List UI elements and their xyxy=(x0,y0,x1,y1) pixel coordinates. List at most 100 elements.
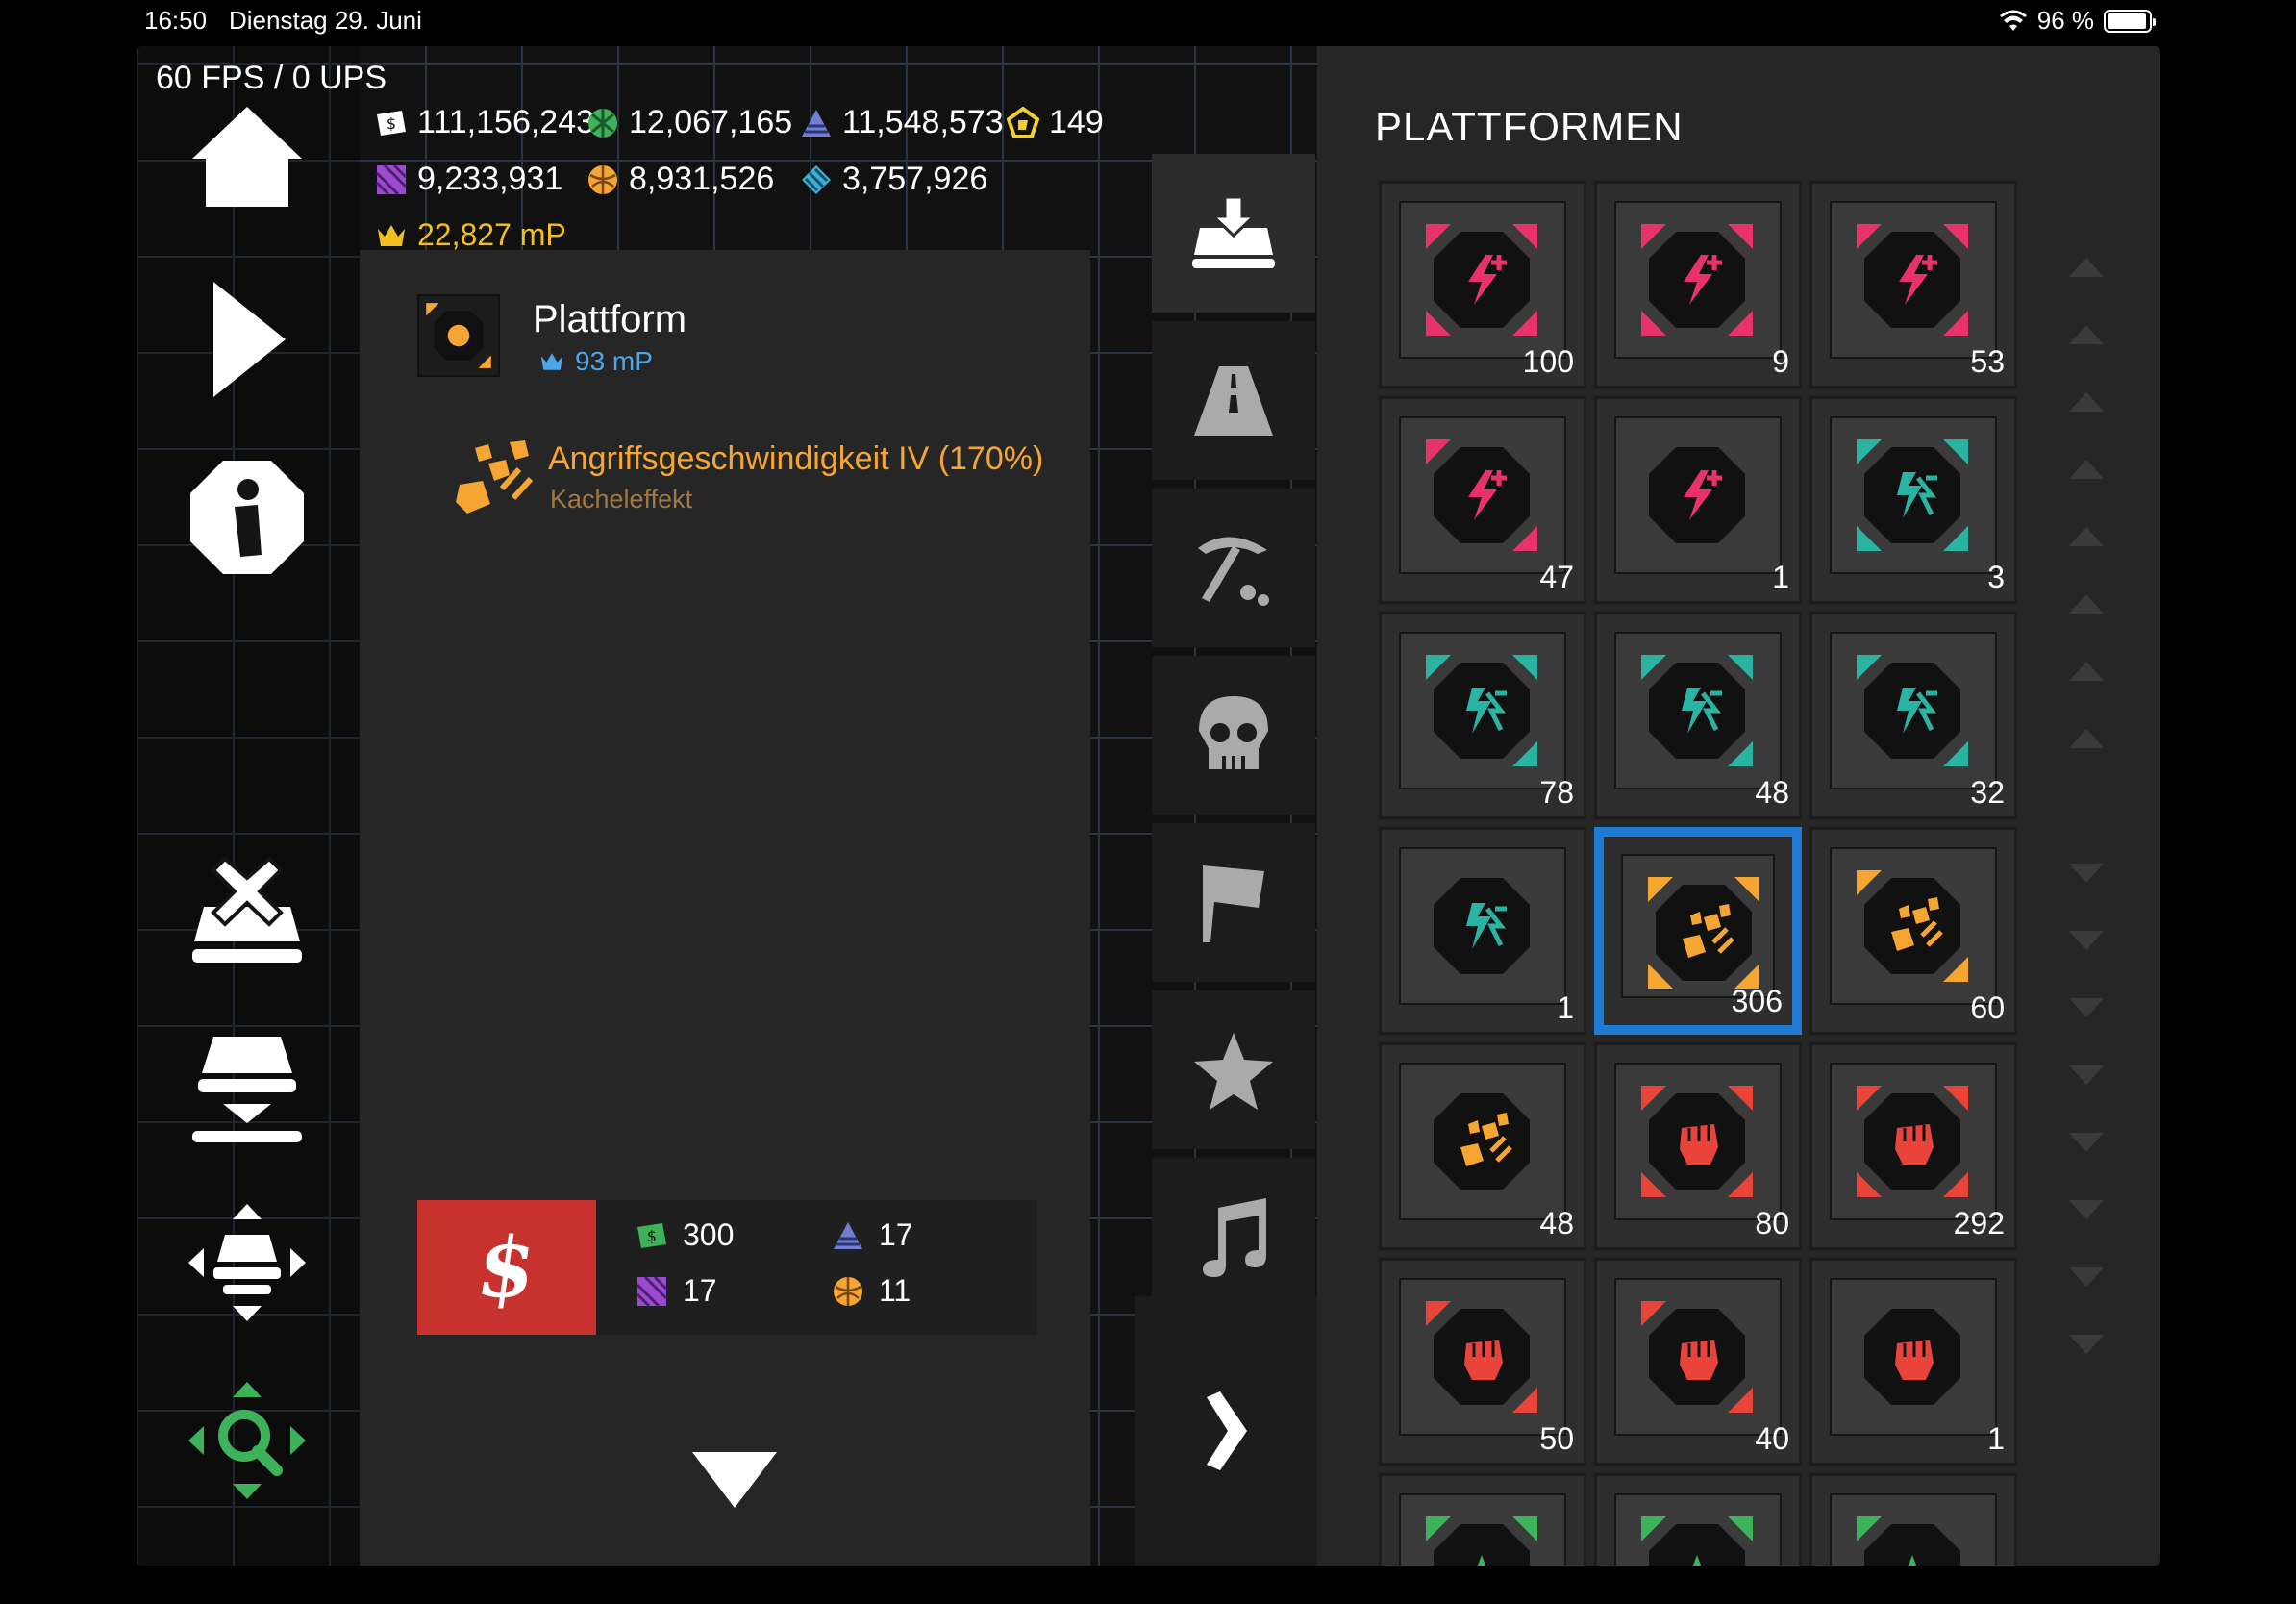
zoom-search-button[interactable] xyxy=(175,1378,319,1503)
tab-enemies[interactable] xyxy=(1152,656,1315,815)
platform-tile-teal[interactable]: 48 xyxy=(1594,612,1802,819)
platform-tile-red[interactable]: 80 xyxy=(1594,1042,1802,1250)
tile-count: 3 xyxy=(1987,560,2005,594)
tab-favorites[interactable] xyxy=(1152,990,1315,1149)
platform-orange-icon xyxy=(1434,1093,1530,1190)
attack-speed-icon xyxy=(456,440,534,514)
money-icon: $ xyxy=(637,1222,666,1248)
scroll-down-icon xyxy=(2069,1065,2104,1085)
platform-green-icon xyxy=(1641,1516,1753,1566)
scroll-up-icon xyxy=(2069,258,2104,277)
platform-tile-pink[interactable]: 9 xyxy=(1594,181,1802,388)
info-icon xyxy=(190,461,304,574)
green-value: 12,067,165 xyxy=(629,104,793,140)
tile-count: 50 xyxy=(1539,1421,1574,1456)
collapse-down-button[interactable] xyxy=(677,1433,792,1519)
platform-tile-orange[interactable]: 60 xyxy=(1809,827,2017,1035)
platform-teal-icon xyxy=(1426,655,1537,766)
tab-music[interactable] xyxy=(1152,1158,1315,1316)
cyan-value: 3,757,926 xyxy=(842,161,988,197)
cost-orange: 11 xyxy=(831,1273,911,1309)
resource-green: 12,067,165 xyxy=(586,104,792,141)
move-button[interactable] xyxy=(175,1200,319,1325)
tile-count: 78 xyxy=(1539,775,1574,810)
platform-tile-red[interactable]: 292 xyxy=(1809,1042,2017,1250)
platforms-panel: PLATTFORMEN 100 9 53 47 1 3 78 48 32 1 306 60 48 80 29… xyxy=(1317,46,2160,1566)
platform-green-icon xyxy=(1857,1516,1960,1566)
tile-count: 9 xyxy=(1772,344,1789,379)
sell-button[interactable]: $ xyxy=(417,1200,596,1335)
delete-platform-button[interactable] xyxy=(175,849,319,974)
orange-value: 8,931,526 xyxy=(629,161,775,197)
platform-tile-pink[interactable]: 53 xyxy=(1809,181,2017,388)
tile-count: 48 xyxy=(1539,1206,1574,1241)
platform-tile-teal[interactable]: 32 xyxy=(1809,612,2017,819)
sell-cost-box: $ $ 300 17 17 11 xyxy=(417,1200,1037,1335)
mp-value: 22,827 mP xyxy=(417,217,566,252)
effect-title: Angriffsgeschwindigkeit IV (170%) xyxy=(548,440,1044,477)
platform-tile-green[interactable] xyxy=(1809,1473,2017,1566)
platform-tile-teal[interactable]: 3 xyxy=(1809,396,2017,604)
platform-teal-icon xyxy=(1857,655,1968,766)
platform-tile-green[interactable] xyxy=(1594,1473,1802,1566)
tile-count: 40 xyxy=(1755,1421,1789,1456)
scroll-down-icon xyxy=(2069,1200,2104,1219)
platform-tile-red[interactable]: 1 xyxy=(1809,1258,2017,1466)
status-time: 16:50 xyxy=(144,6,208,35)
cost-money: $ 300 xyxy=(635,1217,734,1253)
resource-cyan: 3,757,926 xyxy=(800,161,987,198)
tile-count: 1 xyxy=(1987,1421,2005,1456)
tile-count: 1 xyxy=(1557,990,1574,1025)
home-button[interactable] xyxy=(175,94,319,219)
cost-pyramid-value: 17 xyxy=(879,1217,913,1252)
platform-tile-red[interactable]: 50 xyxy=(1379,1258,1586,1466)
attack-speed-platform-icon xyxy=(426,303,491,368)
cyan-shard-icon xyxy=(802,164,831,194)
status-bar: 16:50 Dienstag 29. Juni 96 % xyxy=(0,0,2296,42)
platform-teal-icon xyxy=(1641,655,1753,766)
next-button[interactable] xyxy=(1135,1296,1317,1566)
cost-pyramid: 17 xyxy=(831,1217,913,1253)
tab-roads[interactable] xyxy=(1152,321,1315,480)
platform-tile-green[interactable] xyxy=(1379,1473,1586,1566)
tab-platforms[interactable] xyxy=(1152,154,1315,313)
platform-price-value: 93 mP xyxy=(575,346,653,376)
info-button[interactable] xyxy=(175,455,319,580)
scroll-up-icon xyxy=(2069,392,2104,412)
platform-red-icon xyxy=(1641,1086,1753,1197)
purple-icon xyxy=(375,163,408,195)
cost-purple-value: 17 xyxy=(683,1273,717,1308)
platform-tile-pink[interactable]: 47 xyxy=(1379,396,1586,604)
tab-flags[interactable] xyxy=(1152,823,1315,982)
scroll-up-icon xyxy=(2069,662,2104,681)
platform-tile-pink[interactable]: 1 xyxy=(1594,396,1802,604)
tab-mining[interactable] xyxy=(1152,489,1315,647)
platform-tile-orange[interactable]: 48 xyxy=(1379,1042,1586,1250)
tile-count: 47 xyxy=(1539,560,1574,594)
pyramid-icon xyxy=(802,109,831,137)
platform-tile-teal[interactable]: 1 xyxy=(1379,827,1586,1035)
platform-tile-orange[interactable]: 306 xyxy=(1594,827,1802,1035)
gold-value: 149 xyxy=(1049,104,1104,140)
road-icon xyxy=(1194,365,1273,436)
star-icon xyxy=(1194,1032,1273,1110)
resource-orange: 8,931,526 xyxy=(586,161,774,198)
pyramid-icon xyxy=(834,1221,862,1249)
platform-teal-icon xyxy=(1857,439,1968,551)
platform-tile-red[interactable]: 40 xyxy=(1594,1258,1802,1466)
play-button[interactable] xyxy=(175,277,319,402)
crown-icon xyxy=(378,224,405,246)
sell-icon: $ xyxy=(470,1218,543,1316)
home-icon xyxy=(192,107,302,207)
scroll-down-icon xyxy=(2069,1335,2104,1354)
wifi-icon xyxy=(1999,10,2027,31)
platform-pink-icon xyxy=(1857,224,1968,336)
platform-price: 93 mP xyxy=(538,346,653,377)
platform-tile-pink[interactable]: 100 xyxy=(1379,181,1586,388)
place-platform-button[interactable] xyxy=(175,1027,319,1152)
resource-purple: 9,233,931 xyxy=(375,161,562,198)
platform-tile-teal[interactable]: 78 xyxy=(1379,612,1586,819)
orange-ball-icon xyxy=(588,164,617,194)
scroll-down-icon xyxy=(2069,998,2104,1017)
left-toolbar xyxy=(137,46,360,1566)
